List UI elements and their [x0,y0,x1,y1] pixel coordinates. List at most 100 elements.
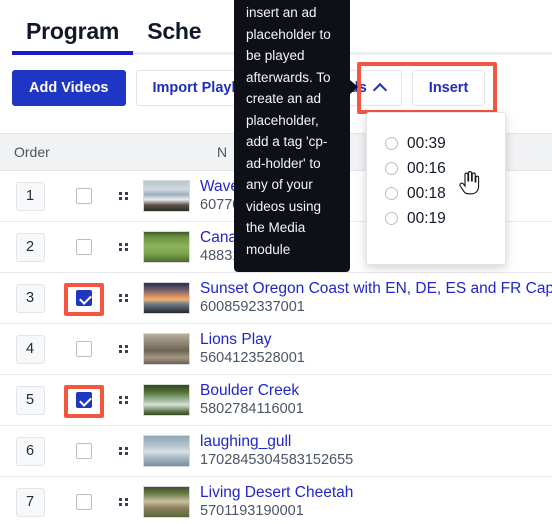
video-id: 1702845304583152655 [200,452,354,468]
video-thumbnail [142,282,190,314]
order-number: 3 [15,283,45,313]
ad-time-option[interactable]: 00:18 [385,181,505,206]
ad-time-label: 00:39 [407,134,446,152]
name-cell: laughing_gull 1702845304583152655 [194,432,552,470]
name-cell: Lions Play 5604123528001 [194,330,552,368]
name-cell: Living Desert Cheetah 5701193190001 [194,483,552,521]
tab-schedule-label: Sche [147,18,202,44]
order-number: 6 [15,436,45,466]
chevron-up-icon [372,82,387,98]
video-id: 5604123528001 [200,350,305,366]
row-checkbox[interactable] [76,443,92,459]
table-row[interactable]: 5 Boulder Creek 5802784116001 [0,375,552,426]
table-row[interactable]: 7 Living Desert Cheetah 5701193190001 [0,477,552,524]
select-cell [60,239,108,255]
drag-handle[interactable] [108,294,138,302]
order-number: 7 [15,487,45,517]
column-header-order: Order [14,144,50,160]
video-title-link[interactable]: Sunset Oregon Coast with EN, DE, ES and … [200,279,552,298]
video-title-link[interactable]: laughing_gull [200,432,552,451]
thumbnail-cell [138,282,194,314]
ad-time-option[interactable]: 00:16 [385,156,505,181]
order-number: 4 [15,334,45,364]
drag-handle[interactable] [108,243,138,251]
table-row[interactable]: 3 Sunset Oregon Coast with EN, DE, ES and… [0,273,552,324]
ad-time-label: 00:18 [407,184,446,202]
ad-time-option[interactable]: 00:39 [385,131,505,156]
thumbnail-cell [138,231,194,263]
radio-icon[interactable] [385,162,398,175]
row-checkbox[interactable] [76,494,92,510]
order-cell: 4 [0,334,60,364]
drag-handle-icon [118,447,128,455]
tab-program-underline [12,51,134,55]
drag-handle[interactable] [108,345,138,353]
drag-handle-icon [118,396,128,404]
ad-time-label: 00:19 [407,209,446,227]
add-videos-label: Add Videos [29,80,109,96]
order-cell: 3 [0,283,60,313]
select-cell [60,341,108,357]
video-title-link[interactable]: Boulder Creek [200,381,552,400]
video-id: 6008592337001 [200,299,305,315]
video-thumbnail [142,180,190,212]
video-thumbnail [142,435,190,467]
select-cell [60,188,108,204]
thumbnail-cell [138,180,194,212]
video-title-link[interactable]: Living Desert Cheetah [200,483,552,502]
order-number: 5 [15,385,45,415]
radio-icon[interactable] [385,187,398,200]
thumbnail-cell [138,333,194,365]
order-cell: 5 [0,385,60,415]
table-row[interactable]: 4 Lions Play 5604123528001 [0,324,552,375]
video-title-link[interactable]: Lions Play [200,330,552,349]
ad-time-label: 00:16 [407,159,446,177]
column-header-name: N [217,144,228,160]
drag-handle[interactable] [108,192,138,200]
drag-handle-icon [118,243,128,251]
thumbnail-cell [138,486,194,518]
radio-icon[interactable] [385,212,398,225]
drag-handle-icon [118,294,128,302]
select-cell [60,494,108,510]
video-id: 5802784116001 [200,401,304,417]
order-number: 2 [15,232,45,262]
video-thumbnail [142,384,190,416]
drag-handle-icon [118,345,128,353]
insert-secondary-label: Insert [428,80,469,96]
row-checkbox[interactable] [76,341,92,357]
insert-secondary-button[interactable]: Insert [411,70,486,106]
insert-ads-dropdown[interactable]: 00:39 00:16 00:18 00:19 [366,112,506,265]
drag-handle[interactable] [108,396,138,404]
video-thumbnail [142,333,190,365]
drag-handle[interactable] [108,498,138,506]
ad-time-option[interactable]: 00:19 [385,206,505,231]
row-checkbox[interactable] [76,188,92,204]
row-checkbox[interactable] [76,290,92,306]
drag-handle-icon [118,498,128,506]
table-row[interactable]: 6 laughing_gull 1702845304583152655 [0,426,552,477]
row-checkbox[interactable] [76,392,92,408]
select-cell [60,290,108,306]
order-number: 1 [15,181,45,211]
radio-icon[interactable] [385,137,398,150]
video-thumbnail [142,486,190,518]
row-checkbox[interactable] [76,239,92,255]
tooltip-arrow [350,80,358,94]
add-videos-button[interactable]: Add Videos [12,70,126,106]
order-cell: 6 [0,436,60,466]
select-cell [60,443,108,459]
select-cell [60,392,108,408]
drag-handle-icon [118,192,128,200]
tab-program[interactable]: Program [12,18,134,55]
order-cell: 2 [0,232,60,262]
tab-schedule-underline [133,51,215,55]
hand-cursor-icon [459,171,480,195]
app-root: Program Sche Add Videos Import Playlist … [0,0,552,524]
insert-ads-tooltip: insert an ad placeholder to be played af… [234,0,350,272]
tab-schedule[interactable]: Sche [133,18,215,55]
drag-handle[interactable] [108,447,138,455]
ad-time-option-list: 00:39 00:16 00:18 00:19 [367,113,505,231]
order-cell: 1 [0,181,60,211]
thumbnail-cell [138,384,194,416]
